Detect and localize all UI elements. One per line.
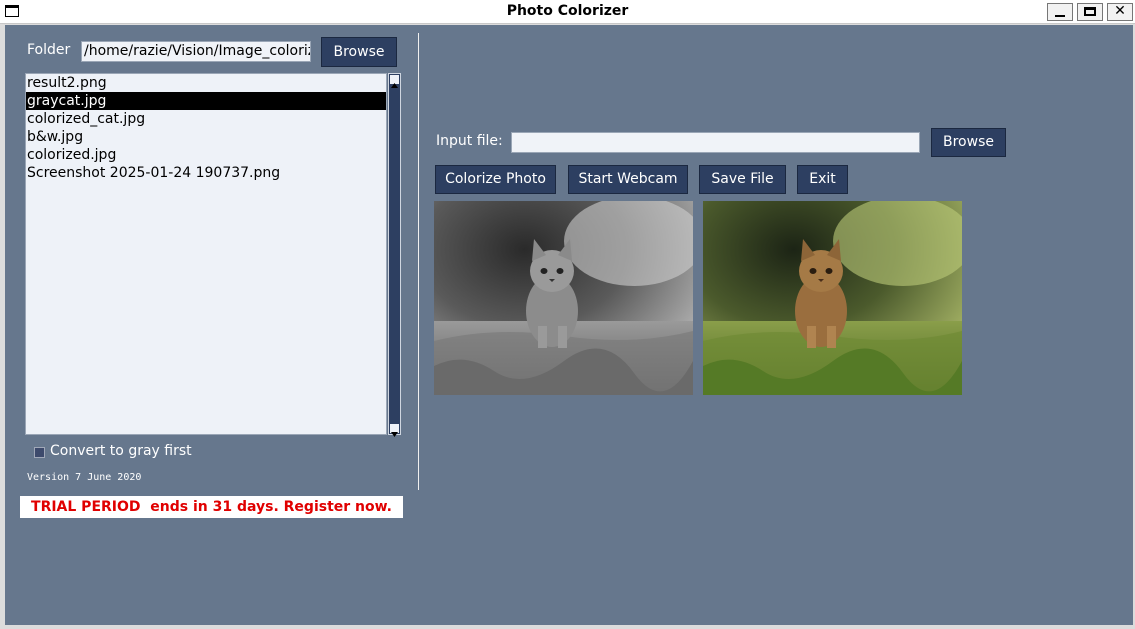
save-file-button[interactable]: Save File [699, 165, 786, 194]
grayscale-photo [434, 201, 693, 395]
input-file-label: Input file: [436, 133, 503, 149]
exit-button[interactable]: Exit [797, 165, 848, 194]
minimize-icon [1055, 15, 1065, 17]
convert-gray-checkbox[interactable] [34, 447, 45, 458]
scroll-down-icon[interactable] [390, 424, 399, 437]
panel-divider [418, 33, 419, 490]
main-panel: Folder /home/razie/Vision/Image_coloriza… [5, 25, 1133, 625]
minimize-button[interactable] [1047, 3, 1073, 21]
file-list[interactable]: result2.png graycat.jpg colorized_cat.jpg b… [25, 73, 387, 435]
colorized-photo [703, 201, 962, 395]
maximize-button[interactable] [1077, 3, 1103, 21]
input-browse-button[interactable]: Browse [931, 128, 1006, 157]
list-item[interactable]: b&w.jpg [26, 128, 386, 146]
colorize-photo-button[interactable]: Colorize Photo [435, 165, 556, 194]
file-list-scrollbar[interactable] [388, 73, 401, 437]
start-webcam-button[interactable]: Start Webcam [568, 165, 688, 194]
folder-browse-button[interactable]: Browse [321, 37, 397, 67]
list-item[interactable]: Screenshot 2025-01-24 190737.png [26, 164, 386, 182]
list-item[interactable]: colorized.jpg [26, 146, 386, 164]
folder-path-input[interactable]: /home/razie/Vision/Image_coloriza [81, 41, 311, 62]
close-icon: ✕ [1114, 3, 1126, 19]
scroll-up-icon[interactable] [390, 75, 399, 88]
version-text: Version 7 June 2020 [27, 472, 142, 483]
list-item[interactable]: result2.png [26, 74, 386, 92]
title-bar: Photo Colorizer ✕ [0, 0, 1135, 24]
trial-notice[interactable]: TRIAL PERIOD ends in 31 days. Register n… [20, 496, 403, 518]
maximize-icon [1084, 7, 1096, 16]
list-item[interactable]: colorized_cat.jpg [26, 110, 386, 128]
input-file-field[interactable] [511, 132, 920, 153]
list-item[interactable]: graycat.jpg [26, 92, 386, 110]
folder-label: Folder [27, 42, 71, 58]
convert-gray-label: Convert to gray first [50, 443, 192, 459]
close-button[interactable]: ✕ [1107, 3, 1133, 21]
window-title: Photo Colorizer [506, 3, 629, 19]
